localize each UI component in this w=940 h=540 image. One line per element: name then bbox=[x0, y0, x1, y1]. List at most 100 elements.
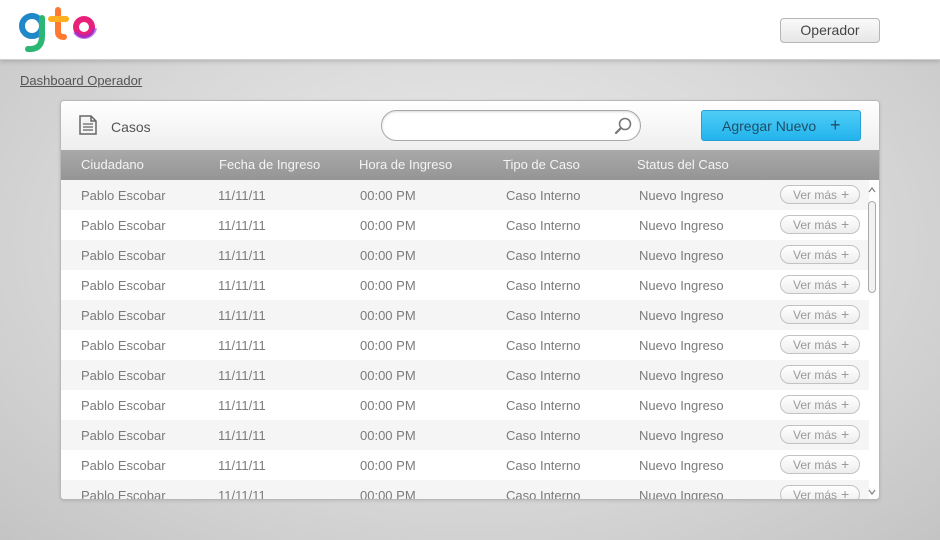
document-icon bbox=[79, 115, 97, 135]
table-row: Pablo Escobar 11/11/11 00:00 PM Caso Intern… bbox=[61, 450, 869, 480]
plus-icon: + bbox=[841, 276, 850, 292]
ver-mas-label: Ver más bbox=[793, 398, 838, 412]
ver-mas-button[interactable]: Ver más + bbox=[780, 305, 860, 324]
plus-icon: + bbox=[841, 366, 850, 382]
column-header-fecha[interactable]: Fecha de Ingreso bbox=[219, 157, 320, 172]
scroll-up-icon[interactable] bbox=[867, 185, 877, 195]
plus-icon: + bbox=[841, 456, 850, 472]
ver-mas-button[interactable]: Ver más + bbox=[780, 365, 860, 384]
add-new-label: Agregar Nuevo bbox=[722, 118, 817, 134]
ver-mas-label: Ver más bbox=[793, 278, 838, 292]
cell-status: Nuevo Ingreso bbox=[639, 278, 724, 293]
table-row: Pablo Escobar 11/11/11 00:00 PM Caso Intern… bbox=[61, 240, 869, 270]
plus-icon: + bbox=[841, 396, 850, 412]
table-body: Pablo Escobar 11/11/11 00:00 PM Caso Intern… bbox=[61, 180, 869, 500]
cell-ciudadano: Pablo Escobar bbox=[81, 398, 166, 413]
search-input[interactable] bbox=[394, 116, 609, 136]
cell-fecha: 11/11/11 bbox=[218, 398, 266, 413]
ver-mas-button[interactable]: Ver más + bbox=[780, 335, 860, 354]
ver-mas-button[interactable]: Ver más + bbox=[780, 395, 860, 414]
scroll-down-icon[interactable] bbox=[867, 487, 877, 497]
table-row: Pablo Escobar 11/11/11 00:00 PM Caso Intern… bbox=[61, 210, 869, 240]
ver-mas-label: Ver más bbox=[793, 218, 838, 232]
cell-fecha: 11/11/11 bbox=[218, 278, 266, 293]
ver-mas-label: Ver más bbox=[793, 308, 838, 322]
scrollbar[interactable] bbox=[867, 185, 877, 497]
cell-tipo: Caso Interno bbox=[506, 428, 581, 443]
cell-ciudadano: Pablo Escobar bbox=[81, 188, 166, 203]
cell-tipo: Caso Interno bbox=[506, 188, 581, 203]
cell-hora: 00:00 PM bbox=[360, 398, 416, 413]
plus-icon: + bbox=[841, 216, 850, 232]
ver-mas-button[interactable]: Ver más + bbox=[780, 455, 860, 474]
table-row: Pablo Escobar 11/11/11 00:00 PM Caso Intern… bbox=[61, 360, 869, 390]
operator-button[interactable]: Operador bbox=[780, 18, 880, 43]
cell-ciudadano: Pablo Escobar bbox=[81, 458, 166, 473]
gto-logo bbox=[19, 7, 97, 53]
table-row: Pablo Escobar 11/11/11 00:00 PM Caso Intern… bbox=[61, 180, 869, 210]
cell-fecha: 11/11/11 bbox=[218, 218, 266, 233]
cell-ciudadano: Pablo Escobar bbox=[81, 368, 166, 383]
ver-mas-label: Ver más bbox=[793, 368, 838, 382]
table-row: Pablo Escobar 11/11/11 00:00 PM Caso Intern… bbox=[61, 480, 869, 500]
table-row: Pablo Escobar 11/11/11 00:00 PM Caso Intern… bbox=[61, 330, 869, 360]
cell-ciudadano: Pablo Escobar bbox=[81, 428, 166, 443]
cell-status: Nuevo Ingreso bbox=[639, 458, 724, 473]
column-header-hora[interactable]: Hora de Ingreso bbox=[359, 157, 452, 172]
cell-ciudadano: Pablo Escobar bbox=[81, 488, 166, 500]
cell-fecha: 11/11/11 bbox=[218, 188, 266, 203]
ver-mas-button[interactable]: Ver más + bbox=[780, 275, 860, 294]
column-header-tipo[interactable]: Tipo de Caso bbox=[503, 157, 580, 172]
cell-tipo: Caso Interno bbox=[506, 338, 581, 353]
cell-status: Nuevo Ingreso bbox=[639, 218, 724, 233]
table-row: Pablo Escobar 11/11/11 00:00 PM Caso Intern… bbox=[61, 420, 869, 450]
cell-ciudadano: Pablo Escobar bbox=[81, 248, 166, 263]
cell-tipo: Caso Interno bbox=[506, 488, 581, 500]
ver-mas-button[interactable]: Ver más + bbox=[780, 425, 860, 444]
cell-hora: 00:00 PM bbox=[360, 338, 416, 353]
cell-status: Nuevo Ingreso bbox=[639, 248, 724, 263]
cell-hora: 00:00 PM bbox=[360, 188, 416, 203]
ver-mas-button[interactable]: Ver más + bbox=[780, 245, 860, 264]
ver-mas-button[interactable]: Ver más + bbox=[780, 185, 860, 204]
cell-hora: 00:00 PM bbox=[360, 308, 416, 323]
ver-mas-label: Ver más bbox=[793, 188, 838, 202]
cell-ciudadano: Pablo Escobar bbox=[81, 338, 166, 353]
cell-hora: 00:00 PM bbox=[360, 458, 416, 473]
cell-status: Nuevo Ingreso bbox=[639, 488, 724, 500]
plus-icon: + bbox=[841, 306, 850, 322]
column-header-ciudadano[interactable]: Ciudadano bbox=[81, 157, 144, 172]
plus-icon: + bbox=[841, 246, 850, 262]
ver-mas-button[interactable]: Ver más + bbox=[780, 485, 860, 500]
ver-mas-button[interactable]: Ver más + bbox=[780, 215, 860, 234]
search-icon[interactable] bbox=[614, 117, 632, 135]
table-header: Ciudadano Fecha de Ingreso Hora de Ingre… bbox=[61, 150, 879, 180]
ver-mas-label: Ver más bbox=[793, 428, 838, 442]
add-new-button[interactable]: Agregar Nuevo + bbox=[701, 110, 861, 141]
scrollbar-thumb[interactable] bbox=[868, 201, 876, 293]
cell-status: Nuevo Ingreso bbox=[639, 398, 724, 413]
cell-tipo: Caso Interno bbox=[506, 368, 581, 383]
cell-ciudadano: Pablo Escobar bbox=[81, 308, 166, 323]
breadcrumb[interactable]: Dashboard Operador bbox=[20, 73, 142, 88]
cell-hora: 00:00 PM bbox=[360, 248, 416, 263]
table-row: Pablo Escobar 11/11/11 00:00 PM Caso Intern… bbox=[61, 270, 869, 300]
cases-panel: Casos Agregar Nuevo + Ciudadano Fecha de… bbox=[60, 100, 880, 500]
plus-icon: + bbox=[841, 426, 850, 442]
column-header-status[interactable]: Status del Caso bbox=[637, 157, 729, 172]
cell-hora: 00:00 PM bbox=[360, 218, 416, 233]
cell-fecha: 11/11/11 bbox=[218, 248, 266, 263]
panel-title: Casos bbox=[111, 119, 151, 135]
ver-mas-label: Ver más bbox=[793, 488, 838, 500]
cell-hora: 00:00 PM bbox=[360, 278, 416, 293]
cell-status: Nuevo Ingreso bbox=[639, 428, 724, 443]
cell-hora: 00:00 PM bbox=[360, 368, 416, 383]
plus-icon: + bbox=[841, 336, 850, 352]
plus-icon: + bbox=[841, 186, 850, 202]
cell-tipo: Caso Interno bbox=[506, 218, 581, 233]
cell-status: Nuevo Ingreso bbox=[639, 188, 724, 203]
cell-hora: 00:00 PM bbox=[360, 488, 416, 500]
cell-hora: 00:00 PM bbox=[360, 428, 416, 443]
cell-status: Nuevo Ingreso bbox=[639, 338, 724, 353]
cell-tipo: Caso Interno bbox=[506, 308, 581, 323]
